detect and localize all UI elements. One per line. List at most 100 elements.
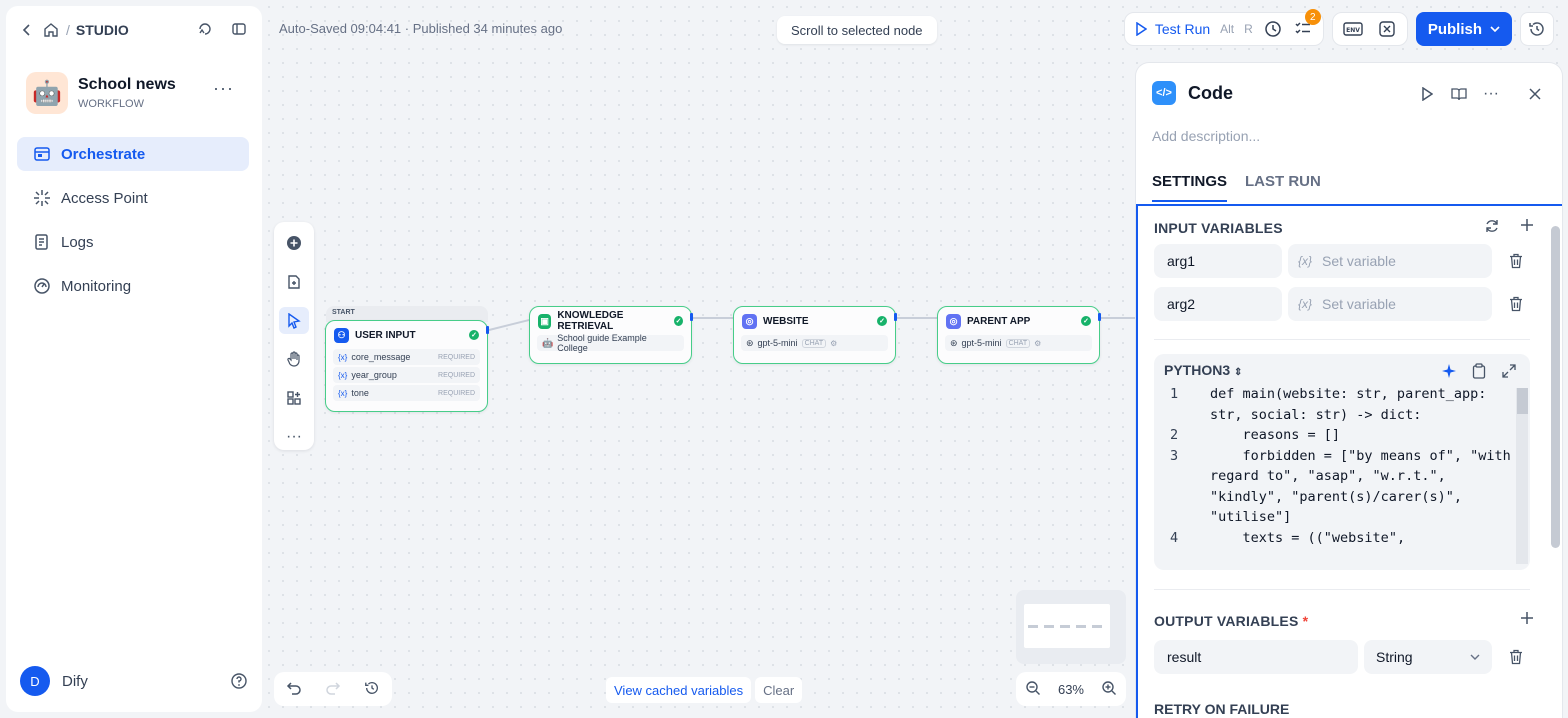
more-icon[interactable]: ···	[1482, 85, 1500, 103]
output-port[interactable]	[1098, 313, 1101, 321]
output-port[interactable]	[894, 313, 897, 321]
variable-name-input[interactable]: arg1	[1154, 244, 1282, 278]
hand-icon[interactable]	[279, 346, 309, 373]
add-note-icon[interactable]	[279, 269, 309, 296]
test-run-label: Test Run	[1154, 21, 1211, 37]
tab-last-run[interactable]: LAST RUN	[1245, 173, 1321, 202]
avatar: D	[20, 666, 50, 696]
history-icon[interactable]	[364, 680, 380, 699]
retry-on-failure-title: RETRY ON FAILURE	[1154, 701, 1290, 717]
copy-icon[interactable]	[1470, 362, 1488, 380]
scroll-to-selected-button[interactable]: Scroll to selected node	[777, 16, 937, 44]
run-node-icon[interactable]	[1418, 85, 1436, 103]
model-row: ⊛ gpt-5-mini CHAT ⚙	[945, 335, 1092, 351]
output-type-select[interactable]: String	[1364, 640, 1492, 674]
undo-icon[interactable]	[286, 681, 302, 698]
canvas-tools: ···	[274, 222, 314, 450]
input-var-row: {x} tone REQUIRED	[333, 385, 480, 401]
app-info[interactable]: 🤖 School news WORKFLOW	[26, 72, 176, 114]
success-check-icon: ✓	[674, 316, 683, 326]
shortcut-key: R	[1244, 22, 1253, 36]
node-title: KNOWLEDGE RETRIEVAL	[557, 310, 624, 332]
chevron-left-icon[interactable]	[18, 21, 36, 39]
node-user-input[interactable]: ⚇ USER INPUT ✓ {x} core_message REQUIRED…	[325, 320, 488, 412]
node-parent-app[interactable]: ◎ PARENT APP ✓ ⊛ gpt-5-mini CHAT ⚙	[937, 306, 1100, 364]
user-account[interactable]: D Dify	[20, 666, 248, 696]
add-node-icon[interactable]	[279, 230, 309, 257]
code-editor[interactable]: PYTHON3 ⇕ 1 def main(website: str, paren…	[1154, 354, 1530, 570]
model-name: gpt-5-mini	[757, 338, 798, 348]
redo-icon[interactable]	[325, 681, 341, 698]
settings-icon: ⚙	[1034, 338, 1042, 348]
more-tools-icon[interactable]: ···	[279, 423, 309, 450]
sidebar-item-logs[interactable]: Logs	[17, 225, 249, 259]
required-tag: REQUIRED	[438, 389, 475, 397]
clear-button[interactable]: Clear	[755, 677, 803, 703]
variable-name-input[interactable]: arg2	[1154, 287, 1282, 321]
expand-icon[interactable]	[1500, 362, 1518, 380]
add-output-icon[interactable]	[1520, 611, 1534, 628]
monitoring-icon	[33, 277, 51, 295]
studio-link[interactable]: STUDIO	[76, 22, 129, 38]
editor-scrollbar[interactable]	[1516, 388, 1528, 564]
pointer-icon[interactable]	[279, 307, 309, 335]
checklist-icon[interactable]: 2	[1293, 9, 1321, 39]
dataset-row: 🤖 School guide Example College	[537, 333, 684, 353]
output-name-input[interactable]: result	[1154, 640, 1358, 674]
workflow-toolbar: Test Run Alt R 2 ENV Publish	[1123, 9, 1554, 46]
panel-title[interactable]: Code	[1188, 83, 1233, 104]
app-name: School news	[78, 76, 176, 93]
node-website[interactable]: ◎ WEBSITE ✓ ⊛ gpt-5-mini CHAT ⚙	[733, 306, 896, 364]
trash-icon[interactable]	[1508, 296, 1524, 312]
sidebar-item-monitoring[interactable]: Monitoring	[17, 269, 249, 303]
trash-icon[interactable]	[1508, 253, 1524, 269]
success-check-icon: ✓	[877, 316, 887, 326]
tab-settings[interactable]: SETTINGS	[1152, 173, 1228, 202]
output-port[interactable]	[690, 313, 693, 321]
sync-icon[interactable]	[1484, 218, 1500, 237]
trash-icon[interactable]	[1508, 649, 1524, 665]
view-cached-variables-button[interactable]: View cached variables	[606, 677, 752, 703]
home-icon[interactable]	[42, 21, 60, 39]
close-icon[interactable]	[1526, 85, 1544, 103]
code-content[interactable]: 1 def main(website: str, parent_app: str…	[1162, 384, 1512, 564]
explore-icon[interactable]	[196, 20, 214, 38]
help-docs-icon[interactable]	[1450, 85, 1468, 103]
language-selector[interactable]: PYTHON3 ⇕	[1164, 362, 1242, 378]
node-title: WEBSITE	[763, 315, 809, 327]
output-title-text: OUTPUT VARIABLES	[1154, 613, 1299, 629]
success-check-icon: ✓	[469, 330, 479, 340]
sidebar-item-orchestrate[interactable]: Orchestrate	[17, 137, 249, 171]
help-icon[interactable]	[230, 672, 248, 690]
panel-scrollbar[interactable]	[1550, 212, 1560, 712]
divider	[1154, 589, 1530, 590]
variable-selector[interactable]: {x} Set variable	[1288, 244, 1492, 278]
organize-blocks-icon[interactable]	[279, 385, 309, 412]
sidebar-item-access-point[interactable]: Access Point	[17, 181, 249, 215]
collapse-sidebar-icon[interactable]	[230, 20, 248, 38]
add-variable-icon[interactable]	[1520, 218, 1534, 237]
more-icon[interactable]: ···	[213, 78, 234, 99]
chevron-down-icon	[1490, 26, 1500, 32]
env-variables-icon[interactable]: ENV	[1343, 19, 1363, 39]
publish-button[interactable]: Publish	[1415, 12, 1512, 46]
settings-scroll-area[interactable]: INPUT VARIABLES arg1 {x} Set variable ar…	[1136, 204, 1562, 718]
output-port[interactable]	[486, 326, 489, 334]
zoom-in-icon[interactable]	[1101, 680, 1117, 699]
variable-selector[interactable]: {x} Set variable	[1288, 287, 1492, 321]
minimap[interactable]	[1016, 590, 1126, 664]
zoom-out-icon[interactable]	[1025, 680, 1041, 699]
description-input[interactable]: Add description...	[1152, 128, 1260, 144]
zoom-level[interactable]: 63%	[1058, 682, 1084, 697]
ai-generate-icon[interactable]	[1440, 362, 1458, 380]
node-knowledge-retrieval[interactable]: ▣ KNOWLEDGE RETRIEVAL ✓ 🤖 School guide E…	[529, 306, 692, 364]
sidebar-item-label: Logs	[61, 233, 94, 251]
run-history-icon[interactable]	[1263, 19, 1283, 39]
code-line: 4 texts = (("website",	[1162, 528, 1512, 549]
input-variables-title: INPUT VARIABLES	[1154, 220, 1283, 236]
variable-placeholder: Set variable	[1322, 253, 1396, 269]
test-run-button[interactable]: Test Run Alt R	[1135, 21, 1253, 37]
conversation-variables-icon[interactable]	[1377, 19, 1397, 39]
version-history-button[interactable]	[1520, 12, 1554, 46]
line-number: 4	[1170, 529, 1179, 546]
